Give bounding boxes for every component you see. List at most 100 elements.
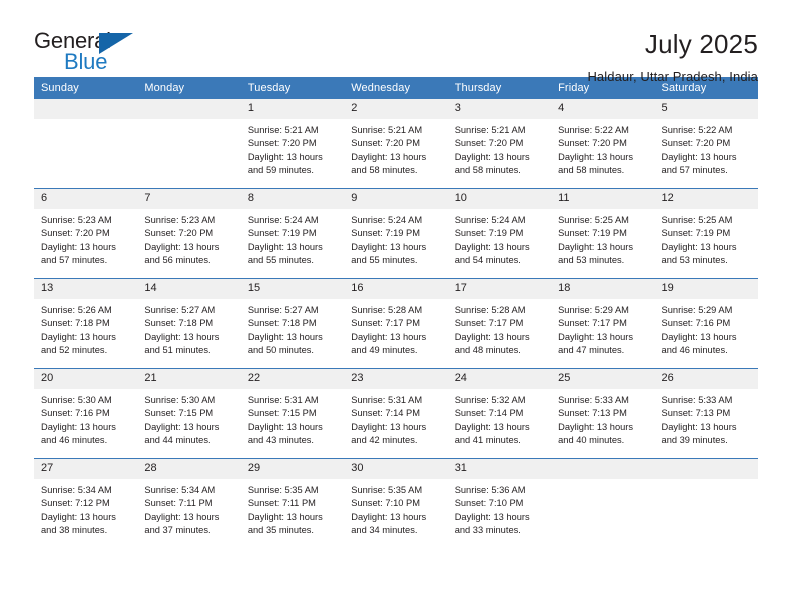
daylight-text: Daylight: 13 hours and 39 minutes. bbox=[661, 421, 737, 446]
day-details: Sunrise: 5:30 AM Sunset: 7:16 PM Daylight:… bbox=[34, 389, 137, 448]
day-details: Sunrise: 5:29 AM Sunset: 7:17 PM Daylight:… bbox=[551, 299, 654, 358]
calendar-day-cell[interactable]: 12 Sunrise: 5:25 AM Sunset: 7:19 PM Dayligh… bbox=[654, 188, 758, 279]
sunset-text: Sunset: 7:17 PM bbox=[558, 318, 627, 329]
calendar-day-cell[interactable]: 17 Sunrise: 5:28 AM Sunset: 7:17 PM Dayligh… bbox=[447, 278, 552, 369]
sunset-text: Sunset: 7:15 PM bbox=[247, 408, 317, 419]
day-details: Sunrise: 5:33 AM Sunset: 7:13 PM Daylight:… bbox=[655, 389, 758, 448]
sunrise-text: Sunrise: 5:22 AM bbox=[558, 125, 629, 135]
calendar-day-cell-empty bbox=[34, 99, 138, 189]
calendar-day-cell[interactable]: 27 Sunrise: 5:34 AM Sunset: 7:12 PM Dayligh… bbox=[34, 458, 138, 548]
calendar-day-cell[interactable]: 13 Sunrise: 5:26 AM Sunset: 7:18 PM Dayligh… bbox=[34, 278, 138, 369]
day-number: 8 bbox=[240, 189, 345, 209]
sunset-text: Sunset: 7:16 PM bbox=[661, 318, 731, 329]
day-number bbox=[34, 99, 138, 119]
daylight-text: Daylight: 13 hours and 55 minutes. bbox=[351, 241, 427, 266]
daylight-text: Daylight: 13 hours and 53 minutes. bbox=[661, 241, 737, 266]
day-number bbox=[654, 459, 758, 479]
sunrise-text: Sunrise: 5:21 AM bbox=[247, 125, 319, 135]
calendar-page: General Blue July 2025 Haldaur, Uttar Pr… bbox=[0, 0, 792, 612]
calendar-day-cell[interactable]: 21 Sunrise: 5:30 AM Sunset: 7:15 PM Dayligh… bbox=[137, 368, 241, 459]
sunset-text: Sunset: 7:20 PM bbox=[351, 138, 420, 149]
calendar-day-cell[interactable]: 26 Sunrise: 5:33 AM Sunset: 7:13 PM Dayligh… bbox=[654, 368, 758, 459]
sunrise-text: Sunrise: 5:30 AM bbox=[144, 395, 216, 405]
day-details: Sunrise: 5:32 AM Sunset: 7:14 PM Daylight:… bbox=[448, 389, 551, 448]
logo-text-blue: Blue bbox=[64, 49, 108, 74]
daylight-text: Daylight: 13 hours and 47 minutes. bbox=[558, 331, 634, 356]
day-number: 1 bbox=[240, 99, 345, 119]
daylight-text: Daylight: 13 hours and 43 minutes. bbox=[247, 421, 323, 446]
day-details: Sunrise: 5:23 AM Sunset: 7:20 PM Daylight:… bbox=[34, 209, 137, 268]
calendar-day-cell[interactable]: 14 Sunrise: 5:27 AM Sunset: 7:18 PM Dayligh… bbox=[137, 278, 241, 369]
calendar-day-cell[interactable]: 10 Sunrise: 5:24 AM Sunset: 7:19 PM Dayligh… bbox=[447, 188, 552, 279]
calendar-day-cell[interactable]: 22 Sunrise: 5:31 AM Sunset: 7:15 PM Dayligh… bbox=[240, 368, 345, 459]
sunset-text: Sunset: 7:20 PM bbox=[41, 228, 110, 239]
sunrise-text: Sunrise: 5:23 AM bbox=[144, 215, 216, 225]
sunrise-text: Sunrise: 5:33 AM bbox=[661, 395, 733, 405]
calendar-day-cell[interactable]: 11 Sunrise: 5:25 AM Sunset: 7:19 PM Dayligh… bbox=[551, 188, 655, 279]
sunset-text: Sunset: 7:14 PM bbox=[454, 408, 524, 419]
calendar-day-cell[interactable]: 7 Sunrise: 5:23 AM Sunset: 7:20 PM Daylight… bbox=[137, 188, 241, 279]
calendar-day-cell[interactable]: 15 Sunrise: 5:27 AM Sunset: 7:18 PM Dayligh… bbox=[240, 278, 345, 369]
calendar-day-cell[interactable]: 3 Sunrise: 5:21 AM Sunset: 7:20 PM Daylight… bbox=[447, 99, 552, 189]
sunrise-text: Sunrise: 5:35 AM bbox=[247, 485, 319, 495]
calendar-day-cell[interactable]: 9 Sunrise: 5:24 AM Sunset: 7:19 PM Daylight… bbox=[344, 188, 448, 279]
calendar-day-cell[interactable]: 19 Sunrise: 5:29 AM Sunset: 7:16 PM Dayligh… bbox=[654, 278, 758, 369]
calendar-day-cell[interactable]: 18 Sunrise: 5:29 AM Sunset: 7:17 PM Dayligh… bbox=[551, 278, 655, 369]
calendar-day-cell[interactable]: 1 Sunrise: 5:21 AM Sunset: 7:20 PM Daylight… bbox=[240, 99, 345, 189]
calendar-day-cell[interactable]: 4 Sunrise: 5:22 AM Sunset: 7:20 PM Daylight… bbox=[551, 99, 655, 189]
calendar-day-cell[interactable]: 30 Sunrise: 5:35 AM Sunset: 7:10 PM Dayligh… bbox=[344, 458, 448, 548]
day-details: Sunrise: 5:21 AM Sunset: 7:20 PM Daylight:… bbox=[241, 119, 344, 178]
calendar-week-row: 1 Sunrise: 5:21 AM Sunset: 7:20 PM Daylight… bbox=[34, 99, 758, 189]
calendar-day-cell[interactable]: 5 Sunrise: 5:22 AM Sunset: 7:20 PM Daylight… bbox=[654, 99, 758, 189]
sunrise-text: Sunrise: 5:23 AM bbox=[41, 215, 112, 225]
daylight-text: Daylight: 13 hours and 42 minutes. bbox=[351, 421, 427, 446]
calendar-day-cell[interactable]: 2 Sunrise: 5:21 AM Sunset: 7:20 PM Daylight… bbox=[344, 99, 448, 189]
day-number: 13 bbox=[34, 279, 138, 299]
general-blue-logo[interactable]: General Blue bbox=[34, 30, 154, 86]
sunrise-text: Sunrise: 5:33 AM bbox=[558, 395, 629, 405]
day-details: Sunrise: 5:28 AM Sunset: 7:17 PM Daylight:… bbox=[448, 299, 551, 358]
calendar-day-cell[interactable]: 23 Sunrise: 5:31 AM Sunset: 7:14 PM Dayligh… bbox=[344, 368, 448, 459]
day-number: 10 bbox=[447, 189, 552, 209]
day-number: 19 bbox=[654, 279, 758, 299]
sunrise-text: Sunrise: 5:25 AM bbox=[661, 215, 733, 225]
day-details: Sunrise: 5:21 AM Sunset: 7:20 PM Daylight:… bbox=[344, 119, 447, 178]
sunset-text: Sunset: 7:19 PM bbox=[351, 228, 420, 239]
calendar-day-cell[interactable]: 28 Sunrise: 5:34 AM Sunset: 7:11 PM Dayligh… bbox=[137, 458, 241, 548]
daylight-text: Daylight: 13 hours and 33 minutes. bbox=[454, 511, 530, 536]
sunset-text: Sunset: 7:17 PM bbox=[351, 318, 420, 329]
calendar-day-cell[interactable]: 29 Sunrise: 5:35 AM Sunset: 7:11 PM Dayligh… bbox=[240, 458, 345, 548]
day-number: 7 bbox=[137, 189, 241, 209]
calendar-day-cell[interactable]: 31 Sunrise: 5:36 AM Sunset: 7:10 PM Dayligh… bbox=[447, 458, 552, 548]
daylight-text: Daylight: 13 hours and 56 minutes. bbox=[144, 241, 220, 266]
calendar-day-cell[interactable]: 25 Sunrise: 5:33 AM Sunset: 7:13 PM Dayligh… bbox=[551, 368, 655, 459]
day-details: Sunrise: 5:31 AM Sunset: 7:15 PM Daylight:… bbox=[241, 389, 344, 448]
daylight-text: Daylight: 13 hours and 34 minutes. bbox=[351, 511, 427, 536]
day-details: Sunrise: 5:35 AM Sunset: 7:10 PM Daylight:… bbox=[344, 479, 447, 538]
calendar-day-cell[interactable]: 16 Sunrise: 5:28 AM Sunset: 7:17 PM Dayligh… bbox=[344, 278, 448, 369]
day-details: Sunrise: 5:24 AM Sunset: 7:19 PM Daylight:… bbox=[344, 209, 447, 268]
day-details: Sunrise: 5:25 AM Sunset: 7:19 PM Daylight:… bbox=[655, 209, 758, 268]
sunrise-text: Sunrise: 5:32 AM bbox=[454, 395, 526, 405]
daylight-text: Daylight: 13 hours and 49 minutes. bbox=[351, 331, 427, 356]
sunset-text: Sunset: 7:15 PM bbox=[144, 408, 214, 419]
sunrise-text: Sunrise: 5:28 AM bbox=[351, 305, 423, 315]
day-number: 24 bbox=[447, 369, 552, 389]
calendar-day-cell[interactable]: 8 Sunrise: 5:24 AM Sunset: 7:19 PM Daylight… bbox=[240, 188, 345, 279]
day-number: 3 bbox=[447, 99, 552, 119]
calendar-day-cell[interactable]: 20 Sunrise: 5:30 AM Sunset: 7:16 PM Dayligh… bbox=[34, 368, 138, 459]
calendar-day-cell-empty bbox=[137, 99, 241, 189]
day-details: Sunrise: 5:30 AM Sunset: 7:15 PM Daylight:… bbox=[137, 389, 240, 448]
day-details: Sunrise: 5:28 AM Sunset: 7:17 PM Daylight:… bbox=[344, 299, 447, 358]
sunrise-text: Sunrise: 5:25 AM bbox=[558, 215, 629, 225]
calendar-day-cell[interactable]: 24 Sunrise: 5:32 AM Sunset: 7:14 PM Dayligh… bbox=[447, 368, 552, 459]
sunset-text: Sunset: 7:11 PM bbox=[144, 498, 213, 509]
calendar-day-cell[interactable]: 6 Sunrise: 5:23 AM Sunset: 7:20 PM Daylight… bbox=[34, 188, 138, 279]
calendar-day-cell-empty bbox=[551, 458, 655, 548]
sunrise-text: Sunrise: 5:34 AM bbox=[144, 485, 216, 495]
daylight-text: Daylight: 13 hours and 52 minutes. bbox=[41, 331, 116, 356]
sunrise-text: Sunrise: 5:31 AM bbox=[247, 395, 319, 405]
sunset-text: Sunset: 7:19 PM bbox=[661, 228, 731, 239]
sunrise-text: Sunrise: 5:21 AM bbox=[454, 125, 526, 135]
day-details: Sunrise: 5:27 AM Sunset: 7:18 PM Daylight:… bbox=[241, 299, 344, 358]
